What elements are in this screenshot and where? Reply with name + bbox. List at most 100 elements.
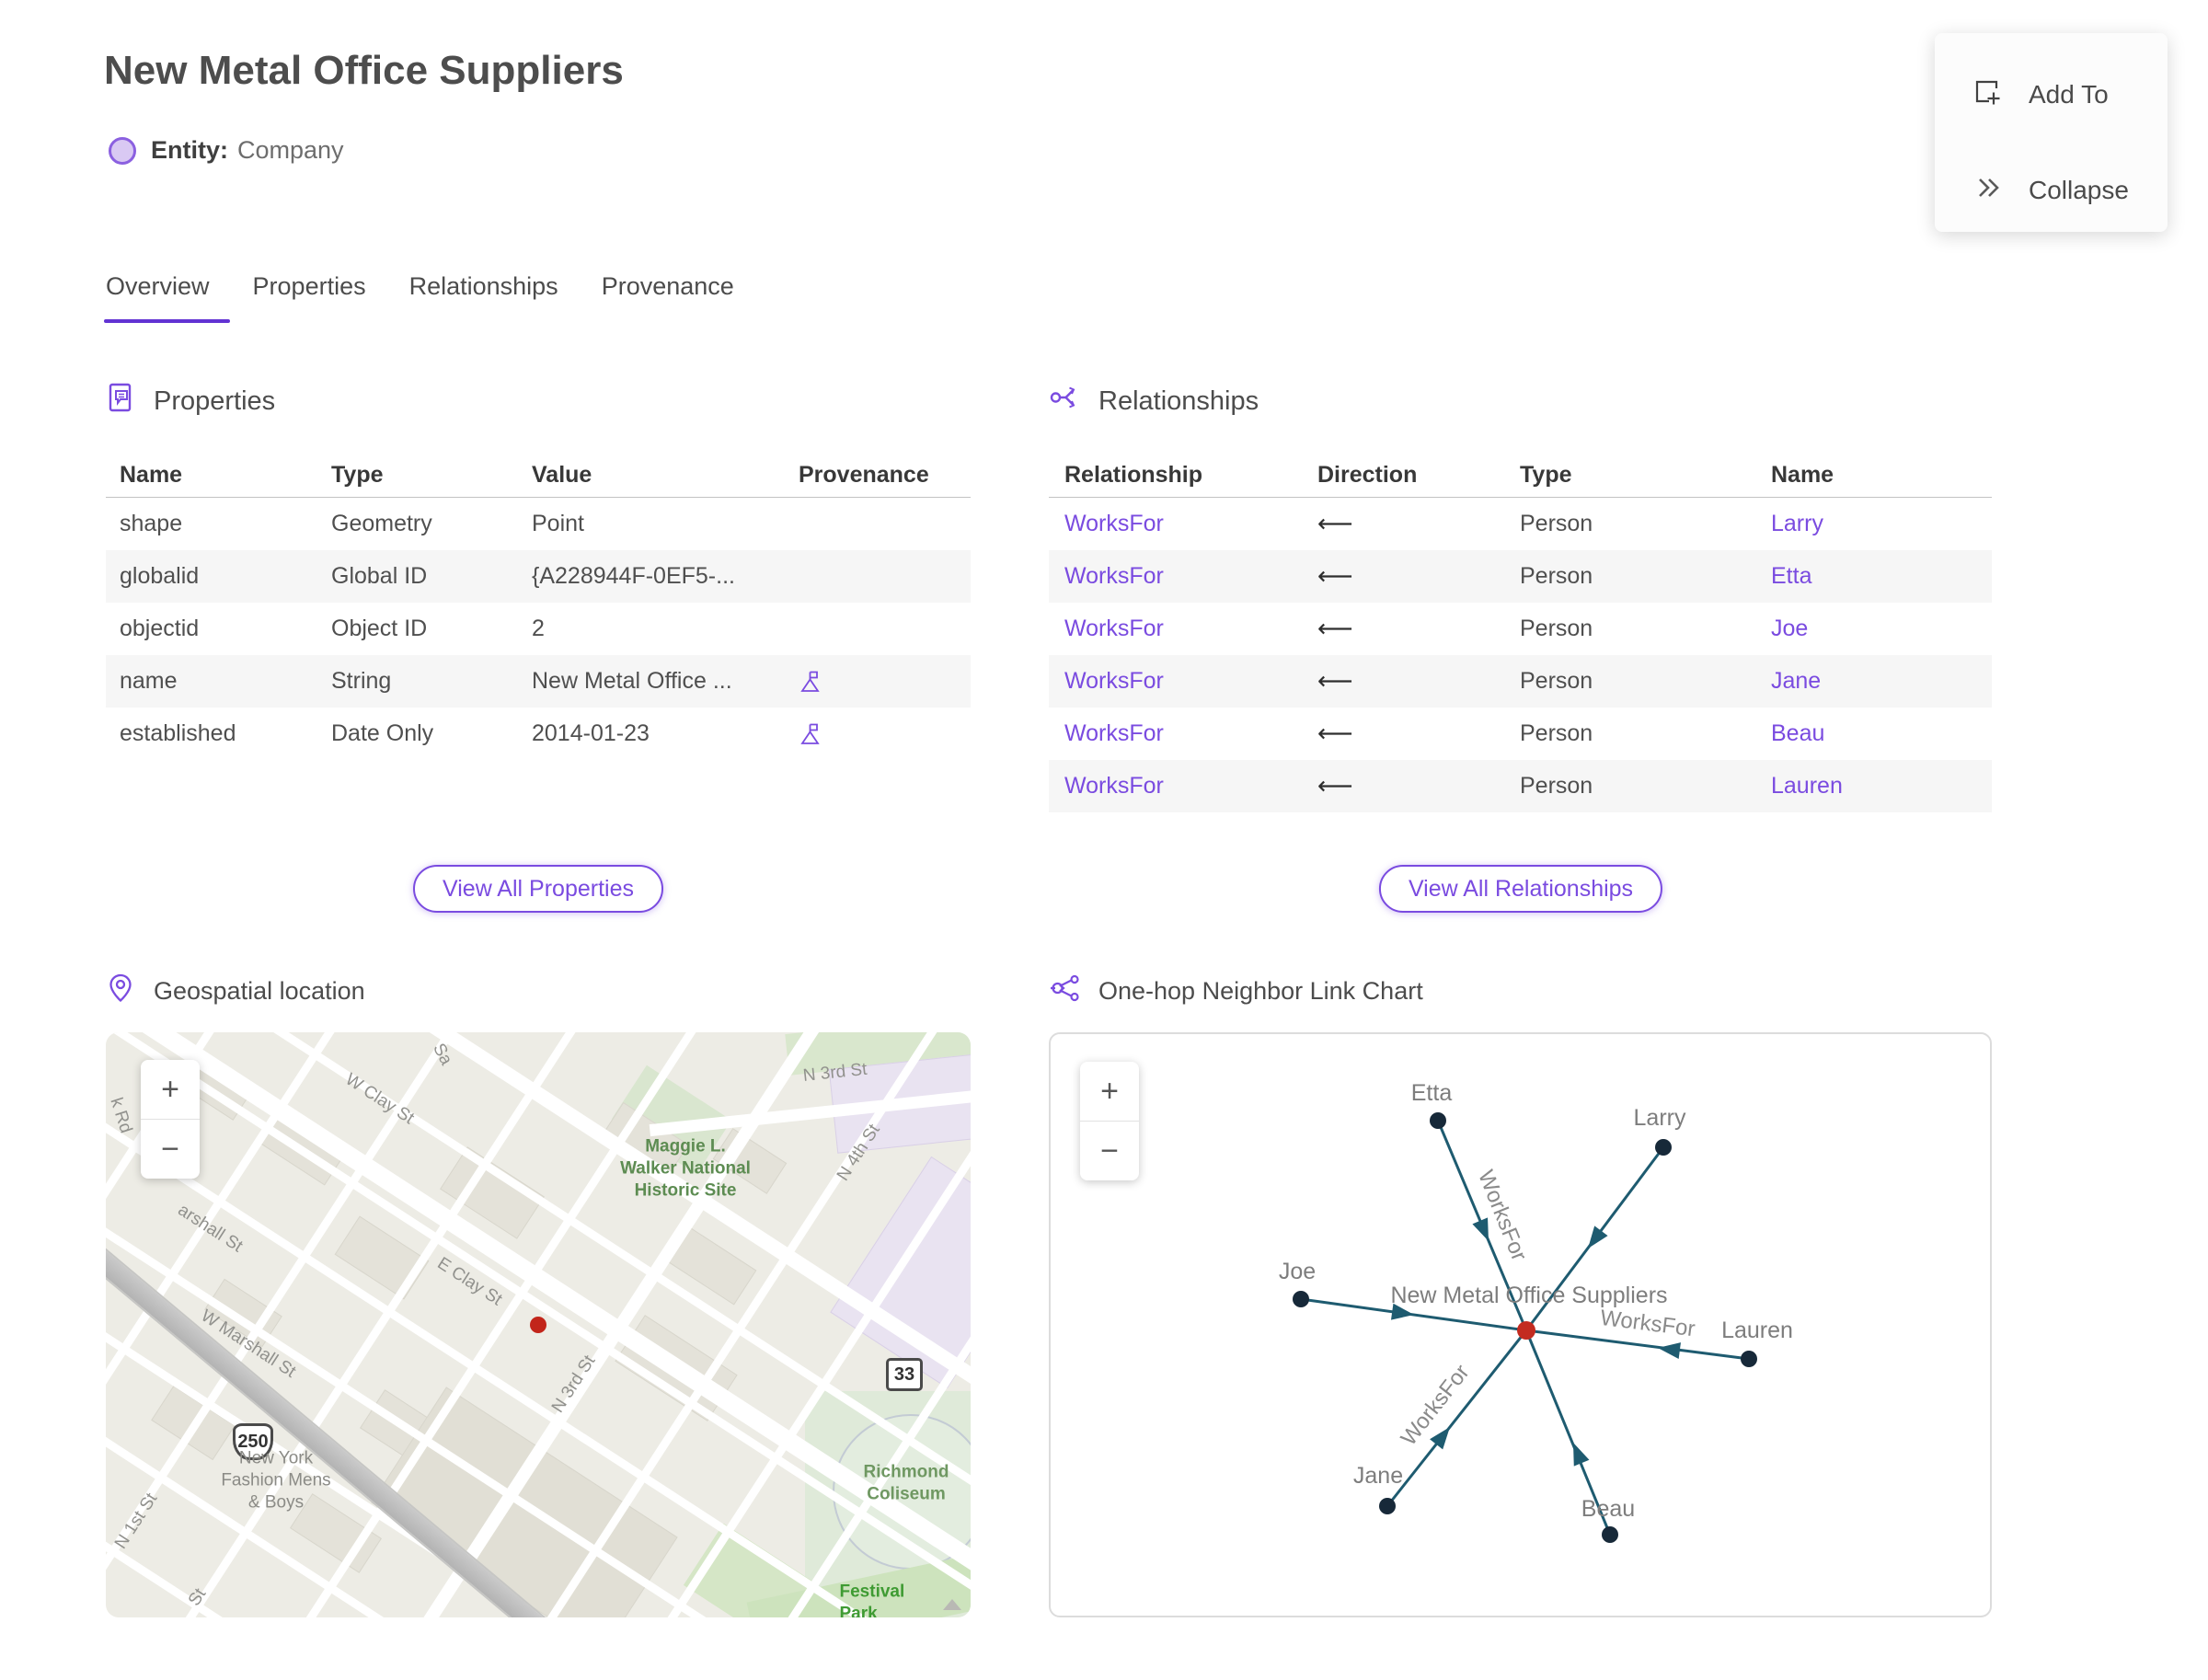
properties-table-header: Name Type Value Provenance — [106, 453, 971, 498]
page-title: New Metal Office Suppliers — [104, 48, 624, 93]
node-label: Etta — [1411, 1080, 1453, 1106]
map-canvas[interactable]: 250 33 k Rd W Clay St Sa arshall St W Ma… — [106, 1032, 971, 1617]
table-row: WorksFor ⟵ Person Beau — [1049, 708, 1992, 760]
edge-arrow — [1573, 1443, 1590, 1467]
entity-details-page: New Metal Office Suppliers Entity: Compa… — [0, 0, 2208, 1680]
node-label: Larry — [1634, 1105, 1686, 1131]
table-row: WorksFor ⟵ Person Joe — [1049, 603, 1992, 655]
edge-arrow — [1658, 1342, 1681, 1359]
entity-link[interactable]: Larry — [1771, 511, 1992, 537]
entity-link[interactable]: Lauren — [1771, 773, 1992, 800]
node-label: Jane — [1353, 1463, 1403, 1489]
graph-node-lauren[interactable] — [1741, 1351, 1757, 1367]
geospatial-section-title: Geospatial location — [154, 977, 365, 1005]
link-chart-section-title: One-hop Neighbor Link Chart — [1098, 977, 1423, 1005]
provenance-flag-icon[interactable] — [791, 721, 971, 747]
edge-label: WorksFor — [1599, 1306, 1696, 1341]
graph-node-joe[interactable] — [1293, 1291, 1309, 1307]
col-name: Name — [1771, 461, 1834, 488]
relationship-link[interactable]: WorksFor — [1049, 720, 1317, 747]
geospatial-section-header: Geospatial location — [104, 972, 365, 1011]
tab-relationships[interactable]: Relationships — [409, 272, 558, 301]
col-direction: Direction — [1317, 461, 1418, 488]
link-chart-svg: WorksFor WorksFor WorksFor Etta Larry Jo… — [1279, 1080, 1793, 1543]
view-all-properties-button[interactable]: View All Properties — [413, 865, 663, 913]
graph-node-beau[interactable] — [1602, 1526, 1618, 1543]
graph-node-center[interactable] — [1517, 1321, 1535, 1340]
entity-link[interactable]: Etta — [1771, 563, 1992, 590]
active-tab-indicator — [104, 319, 230, 323]
graph-node-etta[interactable] — [1430, 1112, 1446, 1129]
relationship-link[interactable]: WorksFor — [1049, 668, 1317, 695]
entity-link[interactable]: Jane — [1771, 668, 1992, 695]
col-relationship: Relationship — [1064, 461, 1203, 488]
entity-location-marker[interactable] — [530, 1317, 546, 1333]
map-zoom-control: + − — [141, 1060, 200, 1179]
table-row: objectid Object ID 2 — [120, 616, 545, 641]
node-label: Lauren — [1721, 1318, 1793, 1343]
entity-type-dot-icon — [109, 136, 136, 165]
tab-properties[interactable]: Properties — [253, 272, 366, 301]
zoom-in-button[interactable]: + — [141, 1060, 200, 1119]
entity-type-value: Company — [237, 136, 344, 164]
street-label: N 1st St — [110, 1490, 162, 1553]
entity-link[interactable]: Beau — [1771, 720, 1992, 747]
entity-link[interactable]: Joe — [1771, 616, 1992, 642]
map-attribution-toggle[interactable] — [943, 1599, 961, 1610]
col-type: Type — [331, 461, 384, 488]
relationship-link[interactable]: WorksFor — [1049, 773, 1317, 800]
col-value: Value — [532, 461, 592, 488]
relationships-section-header: Relationships — [1049, 381, 1259, 421]
tab-provenance[interactable]: Provenance — [602, 272, 734, 301]
route-shield-33: 33 — [886, 1358, 923, 1391]
direction-arrow: ⟵ — [1317, 772, 1353, 800]
direction-arrow: ⟵ — [1317, 562, 1353, 590]
properties-section-title: Properties — [154, 385, 276, 416]
graph-node-jane[interactable] — [1379, 1498, 1396, 1514]
collapse-button[interactable]: Collapse — [1935, 158, 2168, 223]
poi-label-new-york-fashion: New York Fashion Mens & Boys — [221, 1448, 331, 1512]
map-pin-icon — [104, 972, 137, 1011]
table-row: shape Geometry Point — [120, 511, 584, 536]
center-node-label: New Metal Office Suppliers — [1390, 1283, 1667, 1308]
collapse-label: Collapse — [2029, 176, 2129, 204]
relationship-link[interactable]: WorksFor — [1049, 616, 1317, 642]
col-provenance: Provenance — [799, 461, 929, 488]
edge-label: WorksFor — [1473, 1167, 1532, 1264]
zoom-out-button[interactable]: − — [141, 1120, 200, 1179]
link-chart-canvas[interactable]: WorksFor WorksFor WorksFor Etta Larry Jo… — [1049, 1032, 1992, 1617]
link-chart-icon — [1049, 972, 1082, 1011]
zoom-out-button[interactable]: − — [1080, 1122, 1139, 1180]
table-row: WorksFor ⟵ Person Lauren — [1049, 760, 1992, 812]
node-label: Joe — [1279, 1259, 1316, 1284]
poi-label-maggie-walker: Maggie L. Walker National Historic Site — [620, 1136, 751, 1200]
floating-action-panel: Add To Collapse — [1935, 33, 2168, 232]
zoom-in-button[interactable]: + — [1080, 1062, 1139, 1121]
properties-icon — [104, 381, 137, 421]
relationships-table-header: Relationship Direction Type Name — [1049, 453, 1992, 498]
poi-label-richmond-coliseum: Richmond Coliseum — [863, 1462, 949, 1503]
provenance-flag-icon[interactable] — [791, 669, 971, 695]
table-row: WorksFor ⟵ Person Larry — [1049, 498, 1992, 550]
col-type: Type — [1520, 461, 1572, 488]
double-chevron-right-icon — [1972, 172, 2003, 210]
relationship-link[interactable]: WorksFor — [1049, 563, 1317, 590]
add-to-button[interactable]: Add To — [1935, 63, 2168, 127]
view-all-relationships-button[interactable]: View All Relationships — [1378, 865, 1663, 913]
direction-arrow: ⟵ — [1317, 667, 1353, 695]
link-chart-section-header: One-hop Neighbor Link Chart — [1049, 972, 1423, 1011]
table-row: globalid Global ID {A228944F-0EF5-... — [106, 550, 971, 603]
graph-node-larry[interactable] — [1655, 1139, 1672, 1156]
direction-arrow: ⟵ — [1317, 719, 1353, 747]
add-to-icon — [1972, 76, 2003, 114]
tab-bar: Overview Properties Relationships Proven… — [106, 272, 734, 301]
node-label: Beau — [1581, 1496, 1635, 1522]
relationships-section-title: Relationships — [1098, 385, 1259, 416]
tab-overview[interactable]: Overview — [106, 272, 210, 301]
relationships-table: Relationship Direction Type Name WorksFo… — [1049, 453, 1992, 812]
table-row: WorksFor ⟵ Person Jane — [1049, 655, 1992, 708]
properties-section-header: Properties — [104, 381, 275, 421]
relationships-icon — [1049, 381, 1082, 421]
relationship-link[interactable]: WorksFor — [1049, 511, 1317, 537]
entity-row: Entity: Company — [109, 136, 344, 165]
